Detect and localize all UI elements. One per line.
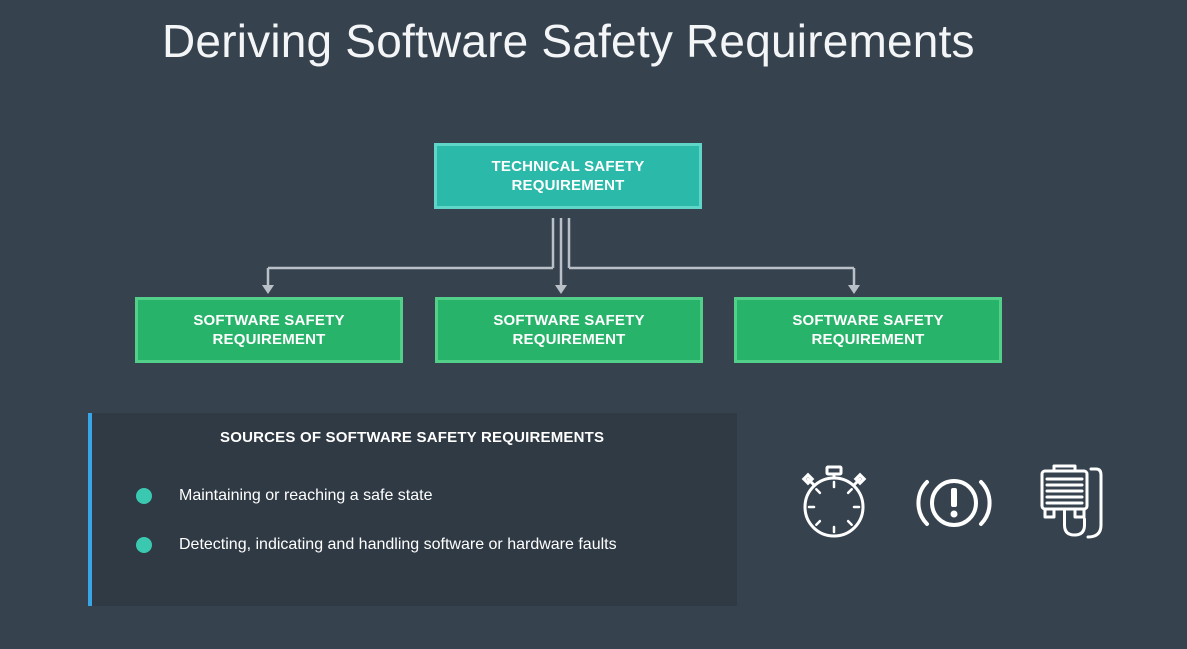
sources-panel: SOURCES OF SOFTWARE SAFETY REQUIREMENTS …	[88, 413, 737, 606]
software-safety-requirement-box-1: SOFTWARE SAFETY REQUIREMENT	[135, 297, 403, 363]
brake-warning-icon	[916, 479, 992, 527]
software-safety-requirement-label: SOFTWARE SAFETY REQUIREMENT	[193, 312, 345, 348]
software-safety-requirement-box-2: SOFTWARE SAFETY REQUIREMENT	[435, 297, 703, 363]
bullet-dot	[136, 488, 152, 504]
sources-panel-heading: SOURCES OF SOFTWARE SAFETY REQUIREMENTS	[220, 429, 605, 446]
technical-safety-requirement-box: TECHNICAL SAFETY REQUIREMENT	[434, 143, 702, 209]
software-safety-requirement-label: SOFTWARE SAFETY REQUIREMENT	[792, 312, 944, 348]
bullet-dot	[136, 537, 152, 553]
arrowhead-center	[555, 285, 567, 294]
list-item: Detecting, indicating and handling softw…	[136, 536, 617, 554]
connector-cable-icon	[1040, 464, 1103, 539]
software-safety-requirement-box-3: SOFTWARE SAFETY REQUIREMENT	[734, 297, 1002, 363]
list-item: Maintaining or reaching a safe state	[136, 487, 432, 505]
stopwatch-icon	[801, 465, 867, 538]
list-item-text: Maintaining or reaching a safe state	[179, 487, 433, 504]
list-item-text: Detecting, indicating and handling softw…	[179, 536, 617, 553]
software-safety-requirement-label: SOFTWARE SAFETY REQUIREMENT	[493, 312, 645, 348]
technical-safety-requirement-label: TECHNICAL SAFETY REQUIREMENT	[491, 158, 645, 194]
arrowhead-right	[848, 285, 860, 294]
arrowhead-left	[262, 285, 274, 294]
